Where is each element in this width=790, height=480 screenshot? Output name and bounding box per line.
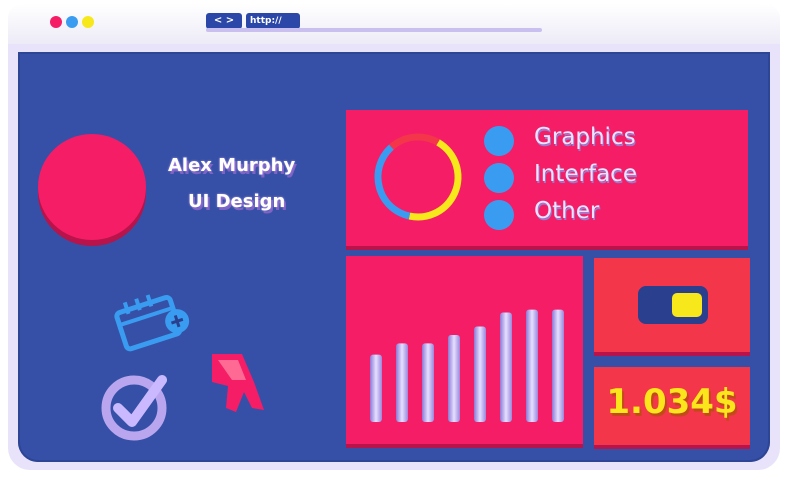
donut-segment-0 [374,133,462,221]
legend-dot [484,126,514,156]
legend-dot [484,163,514,193]
close-window-dot[interactable] [50,16,62,28]
bar-1 [396,343,408,422]
legend-label: Other [534,198,600,224]
legend-dot [484,200,514,230]
checkmark-icon [101,375,167,441]
donut-chart [374,133,462,221]
bar-chart [370,309,564,422]
price-value: 1.034$ [606,382,738,422]
maximize-window-dot[interactable] [82,16,94,28]
calendar-icon [114,294,190,352]
minimize-window-dot[interactable] [66,16,78,28]
browser-toolbar [8,4,780,46]
bar-2 [422,343,434,422]
avatar[interactable] [38,134,146,240]
address-bar[interactable] [206,28,542,32]
bar-3 [448,334,460,422]
legend-label: Interface [534,161,637,187]
bar-6 [526,309,538,422]
bar-4 [474,326,486,422]
url-field[interactable]: http:// [246,13,300,29]
nav-arrows-icon[interactable]: < > [206,13,242,29]
bar-7 [552,309,564,422]
legend-label: Graphics [534,124,636,150]
toggle-knob[interactable] [672,293,702,317]
donut-segment-1 [374,133,462,221]
profile-role: UI Design [188,191,286,212]
cursor-arrow-icon [212,354,264,412]
donut-segment-2 [374,133,462,221]
bar-5 [500,312,512,422]
bar-0 [370,354,382,422]
profile-name: Alex Murphy [168,155,296,176]
